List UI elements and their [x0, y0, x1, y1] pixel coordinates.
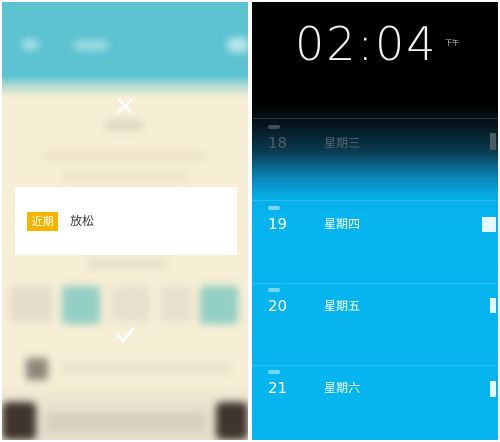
day-weekday: 星期四 [324, 217, 361, 231]
day-weekday: 星期六 [324, 381, 361, 395]
left-screen: 近期 放松 [2, 2, 248, 440]
day-date: 21 [268, 379, 288, 397]
row-separator [252, 118, 498, 119]
check-icon[interactable] [115, 326, 135, 344]
day-row[interactable]: 20 星期五 [252, 288, 498, 328]
day-caption-mark [268, 370, 280, 374]
row-handle[interactable] [490, 381, 496, 397]
mood-label: 放松 [70, 214, 95, 228]
day-row[interactable]: 18 星期三 [252, 125, 498, 165]
day-caption-mark [268, 288, 280, 292]
day-date: 18 [268, 134, 288, 152]
right-screen: 02:04 下午 18 星期三 19 星期四 20 星期五 21 星期六 [252, 2, 498, 440]
day-caption-mark [268, 125, 280, 129]
row-handle[interactable] [490, 298, 496, 313]
row-separator [252, 283, 498, 284]
clock-time: 02:04 [295, 17, 438, 71]
day-row[interactable]: 21 星期六 [252, 370, 498, 410]
day-weekday: 星期三 [324, 136, 361, 150]
row-handle[interactable] [482, 217, 496, 232]
day-date: 20 [268, 297, 288, 315]
day-weekday: 星期五 [324, 299, 361, 313]
row-separator [252, 200, 498, 201]
recent-badge: 近期 [27, 212, 58, 231]
day-caption-mark [268, 206, 280, 210]
day-date: 19 [268, 215, 288, 233]
day-row[interactable]: 19 星期四 [252, 206, 498, 246]
close-icon[interactable] [116, 97, 134, 115]
clock-period: 下午 [445, 39, 459, 47]
mood-card[interactable]: 近期 放松 [15, 187, 237, 255]
row-separator [252, 365, 498, 366]
row-handle[interactable] [490, 133, 496, 150]
